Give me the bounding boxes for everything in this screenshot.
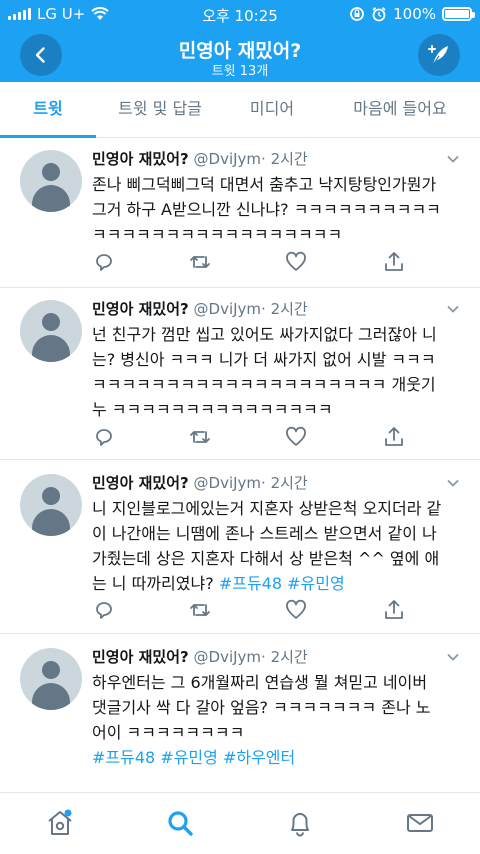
- feather-plus-icon: [428, 45, 448, 66]
- author-name[interactable]: 민영아 재밌어?: [92, 300, 189, 318]
- tweet[interactable]: 민영아 재밌어? @DviJym· 2시간 하우엔터는 그 6개월짜리 연습생 …: [0, 634, 480, 792]
- tab-tweets-and-replies[interactable]: 트윗 및 답글: [96, 82, 224, 138]
- reply-icon[interactable]: [92, 425, 116, 449]
- tweet-actions: [92, 598, 472, 624]
- compose-tweet-button[interactable]: [418, 34, 460, 76]
- author-handle: @DviJym: [193, 300, 262, 318]
- retweet-icon[interactable]: [188, 425, 212, 449]
- share-icon[interactable]: [382, 598, 406, 622]
- page-title: 민영아 재밌어?: [178, 40, 302, 62]
- home-icon[interactable]: [44, 807, 76, 839]
- author-handle: @DviJym: [193, 648, 262, 666]
- tweet-text: 니 지인블로그에있는거 지혼자 상받은척 오지더라 같 이 나간애는 니땜에 존…: [92, 499, 442, 593]
- battery-percent: 100%: [393, 5, 436, 23]
- chevron-down-icon[interactable]: [446, 650, 460, 664]
- heart-icon[interactable]: [284, 598, 308, 622]
- tweet-actions: [92, 250, 472, 276]
- tweet-text: 하우엔터는 그 6개월짜리 연습생 뭘 쳐믿고 네이버 댓글기사 싹 다 갈아 …: [92, 670, 472, 770]
- tweet-actions: [92, 425, 472, 451]
- bell-icon[interactable]: [284, 807, 316, 839]
- heart-icon[interactable]: [284, 250, 308, 274]
- author-handle: @DviJym: [193, 150, 262, 168]
- tweet[interactable]: 민영아 재밌어? @DviJym· 2시간 니 지인블로그에있는거 지혼자 상받…: [0, 460, 480, 634]
- tweet[interactable]: 민영아 재밌어? @DviJym· 2시간 넌 친구가 껌만 씹고 있어도 싸가…: [0, 288, 480, 460]
- share-icon[interactable]: [382, 250, 406, 274]
- battery-icon: [442, 7, 475, 21]
- tab-likes[interactable]: 마음에 들어요: [320, 82, 480, 138]
- search-icon[interactable]: [164, 807, 196, 839]
- profile-tabs: 트윗 트윗 및 답글 미디어 마음에 들어요: [0, 82, 480, 138]
- author-name[interactable]: 민영아 재밌어?: [92, 648, 189, 666]
- alarm-icon: [372, 7, 386, 22]
- chevron-down-icon[interactable]: [446, 476, 460, 490]
- status-bar: LG U+ 오후 10:25 100%: [0, 0, 480, 28]
- hashtag-link[interactable]: #프듀48 #유민영 #하우엔터: [92, 745, 472, 770]
- tweet-time: · 2시간: [261, 150, 308, 168]
- reply-icon[interactable]: [92, 598, 116, 622]
- tweet-text: 넌 친구가 껌만 씹고 있어도 싸가지없다 그러잖아 니 는? 병신아 ㅋㅋㅋ …: [92, 325, 437, 419]
- chevron-down-icon[interactable]: [446, 152, 460, 166]
- author-name[interactable]: 민영아 재밌어?: [92, 150, 189, 168]
- tab-media[interactable]: 미디어: [224, 82, 320, 138]
- rotation-lock-icon: [350, 7, 365, 21]
- tweet[interactable]: 민영아 재밌어? @DviJym· 2시간 존나 삐그덕삐그덕 대면서 춤추고 …: [0, 138, 480, 288]
- chevron-down-icon[interactable]: [446, 302, 460, 316]
- retweet-icon[interactable]: [188, 598, 212, 622]
- hashtag-link[interactable]: #프듀48 #유민영: [219, 574, 345, 593]
- author-name[interactable]: 민영아 재밌어?: [92, 474, 189, 492]
- retweet-icon[interactable]: [188, 250, 212, 274]
- tweet-feed[interactable]: 민영아 재밌어? @DviJym· 2시간 존나 삐그덕삐그덕 대면서 춤추고 …: [0, 138, 480, 792]
- bottom-nav: [0, 792, 480, 854]
- mail-icon[interactable]: [404, 807, 436, 839]
- tweet-time: · 2시간: [261, 300, 308, 318]
- tweet-text: 존나 삐그덕삐그덕 대면서 춤추고 낙지탕탕인가뭔가 그거 하구 A받으니깐 신…: [92, 175, 441, 244]
- reply-icon[interactable]: [92, 250, 116, 274]
- avatar[interactable]: [20, 300, 82, 362]
- tab-tweets[interactable]: 트윗: [0, 82, 96, 138]
- avatar[interactable]: [20, 150, 82, 212]
- heart-icon[interactable]: [284, 425, 308, 449]
- author-handle: @DviJym: [193, 474, 262, 492]
- tweet-count: 트윗 13개: [211, 64, 269, 79]
- top-bar: LG U+ 오후 10:25 100% 민영아 재밌어? 트윗 13개: [0, 0, 480, 82]
- avatar[interactable]: [20, 474, 82, 536]
- tweet-time: · 2시간: [261, 474, 308, 492]
- avatar[interactable]: [20, 648, 82, 710]
- tweet-time: · 2시간: [261, 648, 308, 666]
- share-icon[interactable]: [382, 425, 406, 449]
